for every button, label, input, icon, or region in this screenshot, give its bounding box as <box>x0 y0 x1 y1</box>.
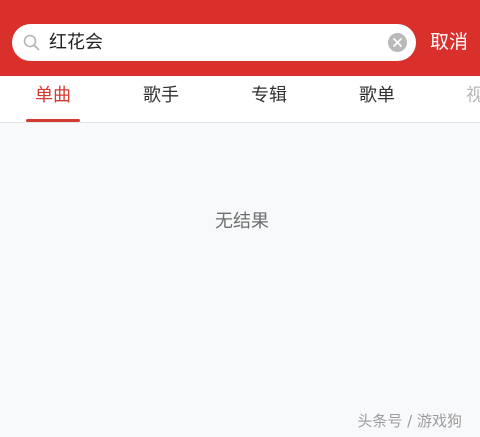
clear-icon[interactable] <box>388 33 407 52</box>
tab-songs[interactable]: 单曲 <box>35 76 71 116</box>
active-tab-indicator <box>26 119 80 122</box>
empty-results-message: 无结果 <box>215 211 269 232</box>
tab-albums[interactable]: 专辑 <box>251 76 287 116</box>
tab-videos[interactable]: 视 <box>466 76 480 116</box>
search-icon <box>22 33 42 53</box>
tab-artists[interactable]: 歌手 <box>143 76 179 116</box>
search-input[interactable]: 红花会 <box>12 24 416 61</box>
top-bar: 红花会 取消 <box>0 0 480 76</box>
cancel-button[interactable]: 取消 <box>430 24 468 61</box>
tab-playlists[interactable]: 歌单 <box>359 76 395 116</box>
watermark: 头条号 / 游戏狗 <box>357 412 462 430</box>
tab-bar: 单曲 歌手 专辑 歌单 视 <box>0 76 480 123</box>
search-query-text[interactable]: 红花会 <box>49 24 103 61</box>
